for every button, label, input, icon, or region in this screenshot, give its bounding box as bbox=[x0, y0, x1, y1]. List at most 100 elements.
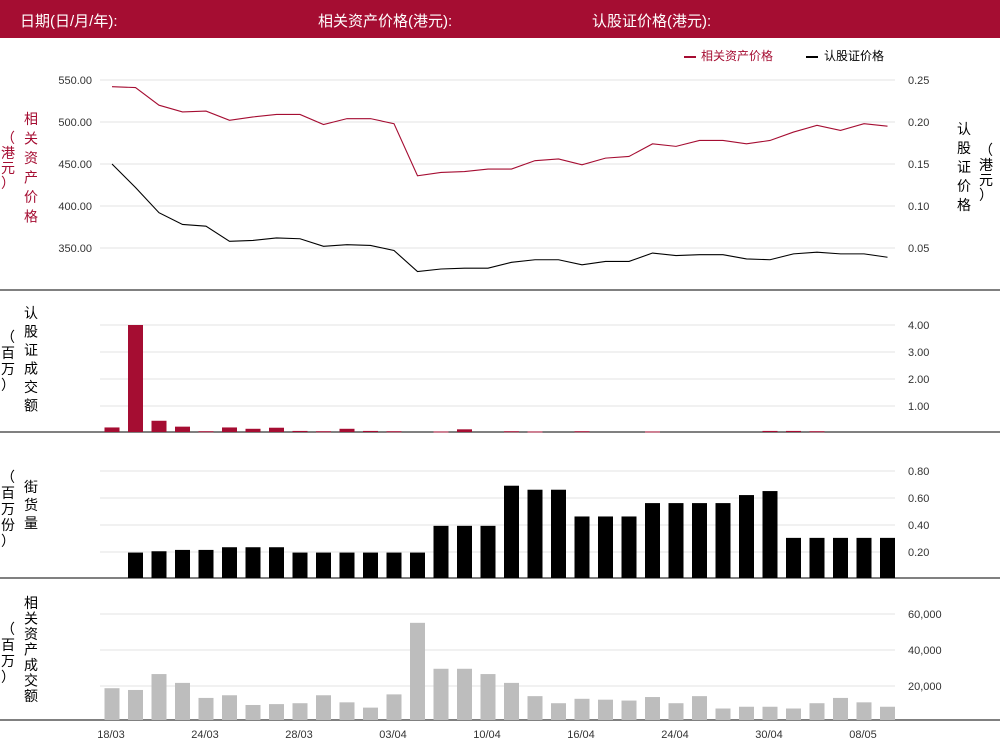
right-axis-unit-char: ） bbox=[979, 187, 993, 203]
outstanding-bar bbox=[786, 537, 801, 578]
right-axis-label-char: 价 bbox=[957, 178, 971, 194]
underlying-turnover-bar bbox=[551, 703, 566, 720]
underlying-turnover-axis-label-char: 资 bbox=[24, 626, 38, 642]
underlying-turnover-axis-label-char: 交 bbox=[24, 673, 38, 689]
warrant-turnover-bar bbox=[222, 427, 237, 432]
warrant-turnover-axis-label-char: 股 bbox=[24, 324, 38, 340]
underlying-turnover-axis-tick: 40,000 bbox=[908, 645, 942, 657]
outstanding-bar bbox=[880, 537, 895, 578]
outstanding-axis-tick: 0.20 bbox=[908, 547, 929, 559]
outstanding-bar bbox=[833, 537, 848, 578]
warrant-turnover-axis-label-char: 证 bbox=[24, 342, 38, 358]
outstanding-axis-tick: 0.60 bbox=[908, 493, 929, 505]
right-axis-tick: 0.10 bbox=[908, 201, 929, 213]
underlying-turnover-bar bbox=[809, 703, 825, 720]
underlying-turnover-bar bbox=[762, 706, 778, 720]
underlying-turnover-axis-unit-char: 万 bbox=[1, 653, 15, 669]
underlying-turnover-bar bbox=[621, 700, 637, 720]
underlying-turnover-bar bbox=[645, 697, 660, 720]
warrant-turnover-bar bbox=[198, 431, 214, 433]
outstanding-bar bbox=[856, 537, 872, 578]
warrant-turnover-bar bbox=[363, 430, 378, 432]
outstanding-axis-label-char: 货 bbox=[24, 497, 38, 513]
x-axis-tick: 24/04 bbox=[661, 729, 689, 741]
outstanding-bar bbox=[504, 485, 519, 578]
underlying-turnover-bar bbox=[692, 696, 707, 720]
underlying-turnover-bar bbox=[292, 703, 308, 720]
warrant-turnover-axis-label-char: 认 bbox=[24, 305, 38, 321]
warrant-turnover-bar bbox=[786, 430, 801, 432]
underlying-turnover-axis-tick: 60,000 bbox=[908, 609, 942, 621]
outstanding-axis-unit-char: ） bbox=[1, 533, 15, 549]
warrant-turnover-bar bbox=[316, 431, 331, 433]
outstanding-bar bbox=[809, 537, 825, 578]
underlying-turnover-bar bbox=[786, 708, 801, 720]
outstanding-axis-unit-char: （ bbox=[1, 469, 15, 485]
underlying-turnover-axis-unit-char: ） bbox=[1, 669, 15, 685]
outstanding-bar bbox=[151, 551, 167, 578]
outstanding-bar bbox=[198, 549, 214, 578]
outstanding-axis-label-char: 街 bbox=[24, 479, 38, 495]
underlying-turnover-bar bbox=[339, 702, 355, 720]
underlying-turnover-axis-label-char: 关 bbox=[24, 611, 38, 627]
underlying-turnover-bar bbox=[151, 674, 167, 720]
underlying-turnover-axis-label-char: 成 bbox=[24, 657, 38, 673]
underlying-turnover-bar bbox=[198, 697, 214, 720]
outstanding-bar bbox=[410, 552, 425, 578]
outstanding-axis-tick: 0.40 bbox=[908, 520, 929, 532]
left-axis-label-char: 相 bbox=[24, 111, 38, 127]
left-axis-label-char: 产 bbox=[24, 170, 38, 186]
outstanding-axis-label-char: 量 bbox=[24, 515, 38, 531]
warrant-turnover-bar bbox=[809, 431, 825, 433]
underlying-turnover-bar bbox=[363, 707, 378, 720]
warrant-turnover-bar bbox=[762, 430, 778, 432]
warrant-chart: 350.00 400.00 450.00 500.00 550.00 0.05 0.10 0.… bbox=[0, 48, 1000, 741]
outstanding-bar bbox=[645, 503, 660, 578]
left-axis-unit-char: 港 bbox=[1, 145, 15, 161]
left-axis-tick: 350.00 bbox=[58, 243, 92, 255]
underlying-turnover-bar bbox=[410, 622, 425, 720]
left-axis-label-char: 关 bbox=[24, 131, 38, 147]
left-axis-unit-char: （ bbox=[1, 130, 15, 146]
outstanding-bar bbox=[222, 547, 237, 578]
warrant-turnover-axis-label-char: 成 bbox=[24, 361, 38, 377]
warrant-turnover-bar bbox=[292, 430, 308, 432]
warrant-turnover-bar bbox=[339, 428, 355, 432]
underlying-turnover-bar bbox=[128, 689, 143, 720]
legend-warrant-label: 认股证价格 bbox=[824, 48, 884, 63]
left-axis-tick: 500.00 bbox=[58, 117, 92, 129]
left-axis-tick: 450.00 bbox=[58, 159, 92, 171]
left-axis-label-char: 价 bbox=[24, 189, 38, 205]
outstanding-bar bbox=[527, 489, 543, 578]
underlying-price-line bbox=[111, 86, 888, 177]
underlying-turnover-bar bbox=[316, 695, 331, 720]
left-axis-unit-char: ） bbox=[1, 175, 15, 191]
warrant-turnover-bar bbox=[527, 431, 543, 433]
warrant-turnover-axis-unit-char: ） bbox=[1, 377, 15, 393]
warrant-turnover-bar bbox=[433, 431, 449, 433]
outstanding-bar bbox=[480, 525, 496, 578]
underlying-turnover-bar bbox=[527, 696, 543, 720]
underlying-turnover-bar bbox=[175, 682, 190, 720]
underlying-turnover-bar bbox=[668, 703, 684, 720]
underlying-turnover-bar bbox=[269, 704, 284, 720]
underlying-turnover-bar bbox=[715, 708, 731, 720]
warrant-turnover-axis-label-char: 额 bbox=[24, 398, 38, 414]
left-axis-label-char: 资 bbox=[24, 150, 38, 166]
underlying-turnover-axis-label-char: 相 bbox=[24, 595, 38, 611]
right-axis-tick: 0.05 bbox=[908, 243, 929, 255]
warrant-price-line bbox=[111, 163, 888, 273]
underlying-turnover-bar bbox=[457, 668, 472, 720]
warrant-turnover-bar bbox=[175, 426, 190, 432]
right-axis-unit-char: 港 bbox=[979, 157, 993, 173]
outstanding-bar bbox=[245, 547, 261, 578]
warrant-turnover-axis-unit-char: （ bbox=[1, 329, 15, 345]
underlying-turnover-bar bbox=[480, 674, 496, 720]
right-axis-tick: 0.15 bbox=[908, 159, 929, 171]
warrant-turnover-bar bbox=[151, 420, 167, 432]
underlying-turnover-bar bbox=[386, 694, 402, 720]
outstanding-bar bbox=[269, 547, 284, 578]
underlying-turnover-bar bbox=[574, 698, 590, 720]
outstanding-bar bbox=[175, 549, 190, 578]
underlying-turnover-bar bbox=[504, 682, 519, 720]
